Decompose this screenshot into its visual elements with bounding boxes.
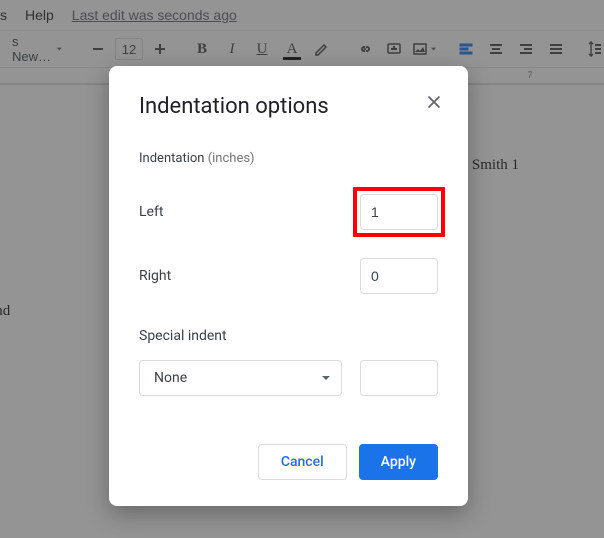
dialog-actions: Cancel Apply [139,444,438,480]
cancel-button[interactable]: Cancel [258,444,347,480]
indentation-section-label: Indentation (inches) [139,151,438,166]
tutorial-highlight [353,187,445,237]
right-indent-input[interactable] [360,258,438,294]
apply-button[interactable]: Apply [359,444,438,480]
special-indent-select[interactable]: None [139,360,342,396]
special-indent-value-input[interactable] [360,360,438,396]
left-indent-input[interactable] [360,194,438,230]
special-indent-row: None [139,360,438,396]
indentation-options-dialog: Indentation options Indentation (inches)… [109,66,468,506]
special-indent-selected: None [154,370,187,386]
close-button[interactable] [422,90,446,114]
left-indent-row: Left [139,194,438,230]
special-indent-label: Special indent [139,328,438,344]
right-indent-row: Right [139,258,438,294]
dialog-title: Indentation options [139,94,438,119]
left-label: Left [139,204,163,220]
close-icon [426,94,442,110]
caret-down-icon [321,373,331,383]
right-label: Right [139,268,171,284]
